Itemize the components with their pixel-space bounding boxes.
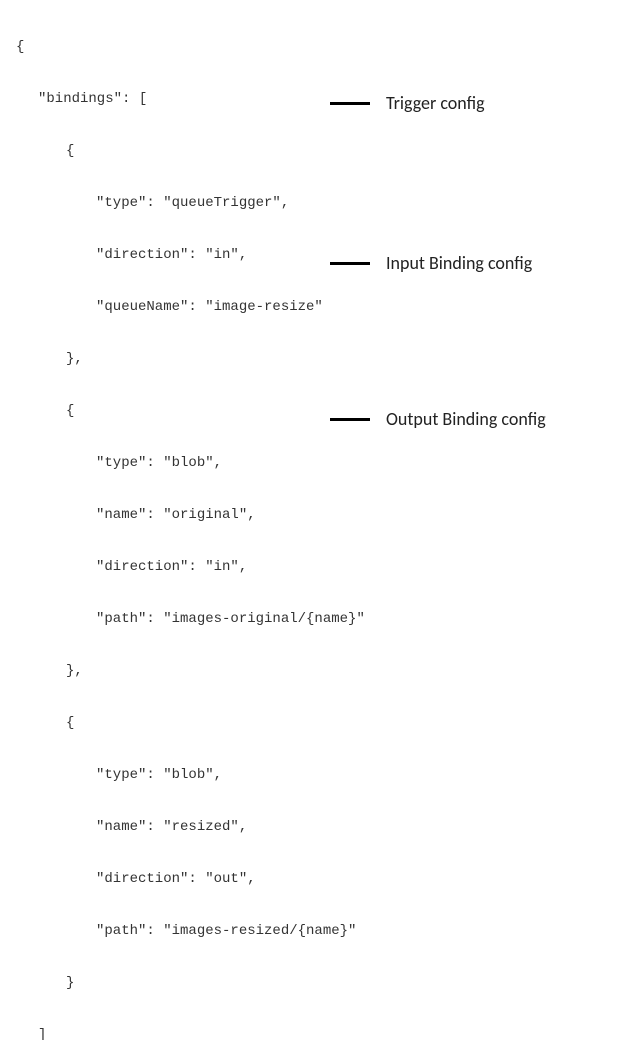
obj1-close: }, [16, 346, 640, 372]
obj2-close: }, [16, 658, 640, 684]
annotation-output: Output Binding config [330, 406, 546, 432]
obj3-open: { [16, 710, 640, 736]
obj2-direction: "direction": "in", [16, 554, 640, 580]
annotation-label: Output Binding config [386, 406, 546, 432]
bindings-key: "bindings": [ [16, 86, 640, 112]
code-block: { "bindings": [ { "type": "queueTrigger"… [0, 0, 640, 1040]
obj3-direction: "direction": "out", [16, 866, 640, 892]
annotation-line-icon [330, 262, 370, 265]
obj1-direction: "direction": "in", [16, 242, 640, 268]
obj1-queueName: "queueName": "image-resize" [16, 294, 640, 320]
obj3-name: "name": "resized", [16, 814, 640, 840]
obj3-close: } [16, 970, 640, 996]
obj2-name: "name": "original", [16, 502, 640, 528]
obj1-open: { [16, 138, 640, 164]
array-close: ] [16, 1022, 640, 1040]
obj1-type: "type": "queueTrigger", [16, 190, 640, 216]
brace-open: { [16, 34, 640, 60]
obj3-path: "path": "images-resized/{name}" [16, 918, 640, 944]
obj2-path: "path": "images-original/{name}" [16, 606, 640, 632]
annotation-line-icon [330, 418, 370, 421]
annotation-line-icon [330, 102, 370, 105]
obj2-open: { [16, 398, 640, 424]
annotation-label: Input Binding config [386, 250, 532, 276]
obj3-type: "type": "blob", [16, 762, 640, 788]
obj2-type: "type": "blob", [16, 450, 640, 476]
annotation-input: Input Binding config [330, 250, 532, 276]
annotation-trigger: Trigger config [330, 90, 485, 116]
annotation-label: Trigger config [386, 90, 485, 116]
